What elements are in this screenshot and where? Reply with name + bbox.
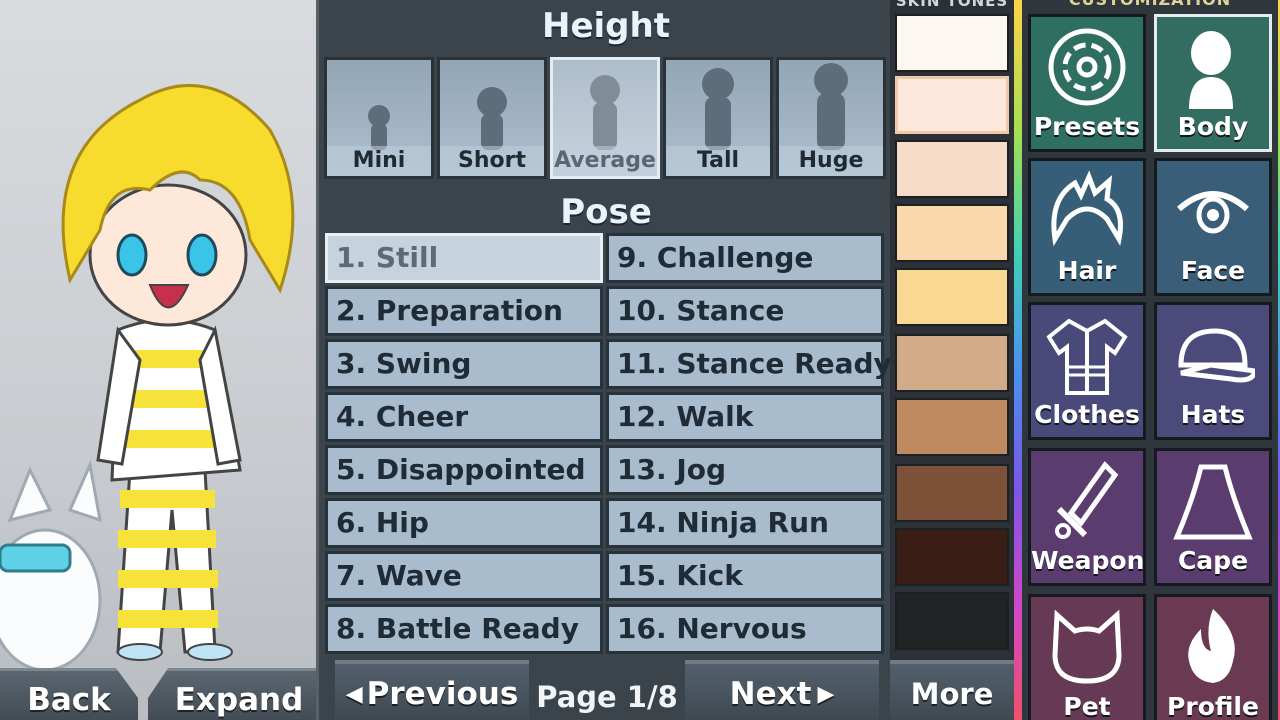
silhouette-short-icon	[477, 87, 507, 150]
cat-icon	[1052, 609, 1122, 684]
skin-swatch[interactable]	[895, 268, 1009, 326]
skin-tones-title: SKIN TONES	[895, 0, 1009, 10]
height-options: Mini Short Average Tall Huge	[324, 57, 888, 179]
pose-option-nervous[interactable]: 16. Nervous	[606, 604, 884, 654]
pose-option-cheer[interactable]: 4. Cheer	[325, 392, 603, 442]
menu-label: Profile	[1167, 692, 1259, 720]
sword-icon	[1055, 461, 1119, 539]
skin-swatch[interactable]	[895, 528, 1009, 586]
pose-option-ninja-run[interactable]: 14. Ninja Run	[606, 498, 884, 548]
customization-panel: CUSTOMIZATION Presets Body Hair	[1014, 0, 1280, 720]
menu-hats[interactable]: Hats	[1154, 302, 1272, 440]
pose-option-kick[interactable]: 15. Kick	[606, 551, 884, 601]
skin-swatch[interactable]	[895, 398, 1009, 456]
presets-icon	[1048, 28, 1126, 106]
silhouette-tall-icon	[702, 68, 734, 150]
height-label: Short	[440, 146, 544, 176]
pose-option-stance-ready[interactable]: 11. Stance Ready	[606, 339, 892, 389]
pose-title: Pose	[560, 192, 652, 232]
menu-label: Clothes	[1034, 400, 1140, 429]
pose-option-stance[interactable]: 10. Stance	[606, 286, 884, 336]
pose-option-jog[interactable]: 13. Jog	[606, 445, 884, 495]
menu-label: Cape	[1177, 546, 1249, 575]
menu-hair[interactable]: Hair	[1028, 158, 1146, 296]
skin-swatch[interactable]	[895, 204, 1009, 262]
menu-label: Body	[1177, 112, 1249, 141]
height-label: Average	[553, 146, 657, 176]
more-button[interactable]: More	[890, 660, 1014, 720]
menu-cape[interactable]: Cape	[1154, 448, 1272, 586]
hair-icon	[1051, 170, 1123, 247]
menu-weapon[interactable]: Weapon	[1028, 448, 1146, 586]
silhouette-mini-icon	[368, 105, 390, 150]
height-option-huge[interactable]: Huge	[776, 57, 886, 179]
menu-face[interactable]: Face	[1154, 158, 1272, 296]
silhouette-average-icon	[590, 75, 620, 150]
menu-label: Hats	[1180, 400, 1246, 429]
menu-label: Face	[1180, 256, 1246, 285]
pose-option-challenge[interactable]: 9. Challenge	[606, 233, 884, 283]
arrow-left-icon: ◀	[345, 681, 363, 707]
menu-pet[interactable]: Pet	[1028, 594, 1146, 720]
clothes-icon	[1046, 318, 1128, 395]
fire-icon	[1188, 609, 1235, 683]
height-option-tall[interactable]: Tall	[663, 57, 773, 179]
cape-icon	[1173, 464, 1253, 540]
expand-button[interactable]: Expand	[148, 668, 316, 720]
skin-tone-panel: SKIN TONES More	[890, 0, 1014, 720]
menu-label: Presets	[1033, 112, 1141, 141]
character-preview: Back Expand	[0, 0, 316, 720]
skin-swatch[interactable]	[895, 14, 1009, 72]
body-icon	[1189, 31, 1233, 109]
previous-button[interactable]: ◀ Previous	[335, 660, 529, 720]
pose-option-preparation[interactable]: 2. Preparation	[325, 286, 603, 336]
next-label: Next	[729, 676, 812, 712]
pose-option-wave[interactable]: 7. Wave	[325, 551, 603, 601]
menu-label: Hair	[1057, 256, 1117, 285]
eye-icon	[1177, 191, 1249, 234]
height-title: Height	[542, 6, 670, 46]
next-button[interactable]: Next ▶	[685, 660, 879, 720]
skin-swatch[interactable]	[895, 464, 1009, 522]
arrow-right-icon: ▶	[817, 681, 835, 707]
pose-option-still[interactable]: 1. Still	[325, 233, 603, 283]
pose-option-battle-ready[interactable]: 8. Battle Ready	[325, 604, 603, 654]
skin-swatch[interactable]	[895, 334, 1009, 392]
height-label: Tall	[666, 146, 770, 176]
pose-option-walk[interactable]: 12. Walk	[606, 392, 884, 442]
menu-body[interactable]: Body	[1154, 14, 1272, 152]
page-indicator: Page 1/8	[536, 680, 678, 714]
menu-clothes[interactable]: Clothes	[1028, 302, 1146, 440]
options-panel: Height Mini Short Average Tall Huge Pose…	[316, 0, 892, 720]
back-button[interactable]: Back	[0, 668, 138, 720]
silhouette-huge-icon	[814, 63, 848, 150]
pose-option-swing[interactable]: 3. Swing	[325, 339, 603, 389]
skin-swatch[interactable]	[895, 140, 1009, 198]
pose-option-hip[interactable]: 6. Hip	[325, 498, 603, 548]
cap-icon	[1178, 328, 1255, 383]
skin-swatch[interactable]	[895, 76, 1009, 134]
menu-label: Weapon	[1031, 546, 1145, 575]
height-option-mini[interactable]: Mini	[324, 57, 434, 179]
menu-profile[interactable]: Profile	[1154, 594, 1272, 720]
customization-title: CUSTOMIZATION	[1022, 0, 1278, 9]
height-label: Mini	[327, 146, 431, 176]
menu-label: Pet	[1063, 692, 1111, 720]
height-label: Huge	[779, 146, 883, 176]
height-option-average[interactable]: Average	[550, 57, 660, 179]
pose-option-disappointed[interactable]: 5. Disappointed	[325, 445, 603, 495]
previous-label: Previous	[366, 676, 519, 712]
character-illustration	[0, 84, 295, 672]
skin-swatch[interactable]	[895, 592, 1009, 650]
height-option-short[interactable]: Short	[437, 57, 547, 179]
menu-presets[interactable]: Presets	[1028, 14, 1146, 152]
